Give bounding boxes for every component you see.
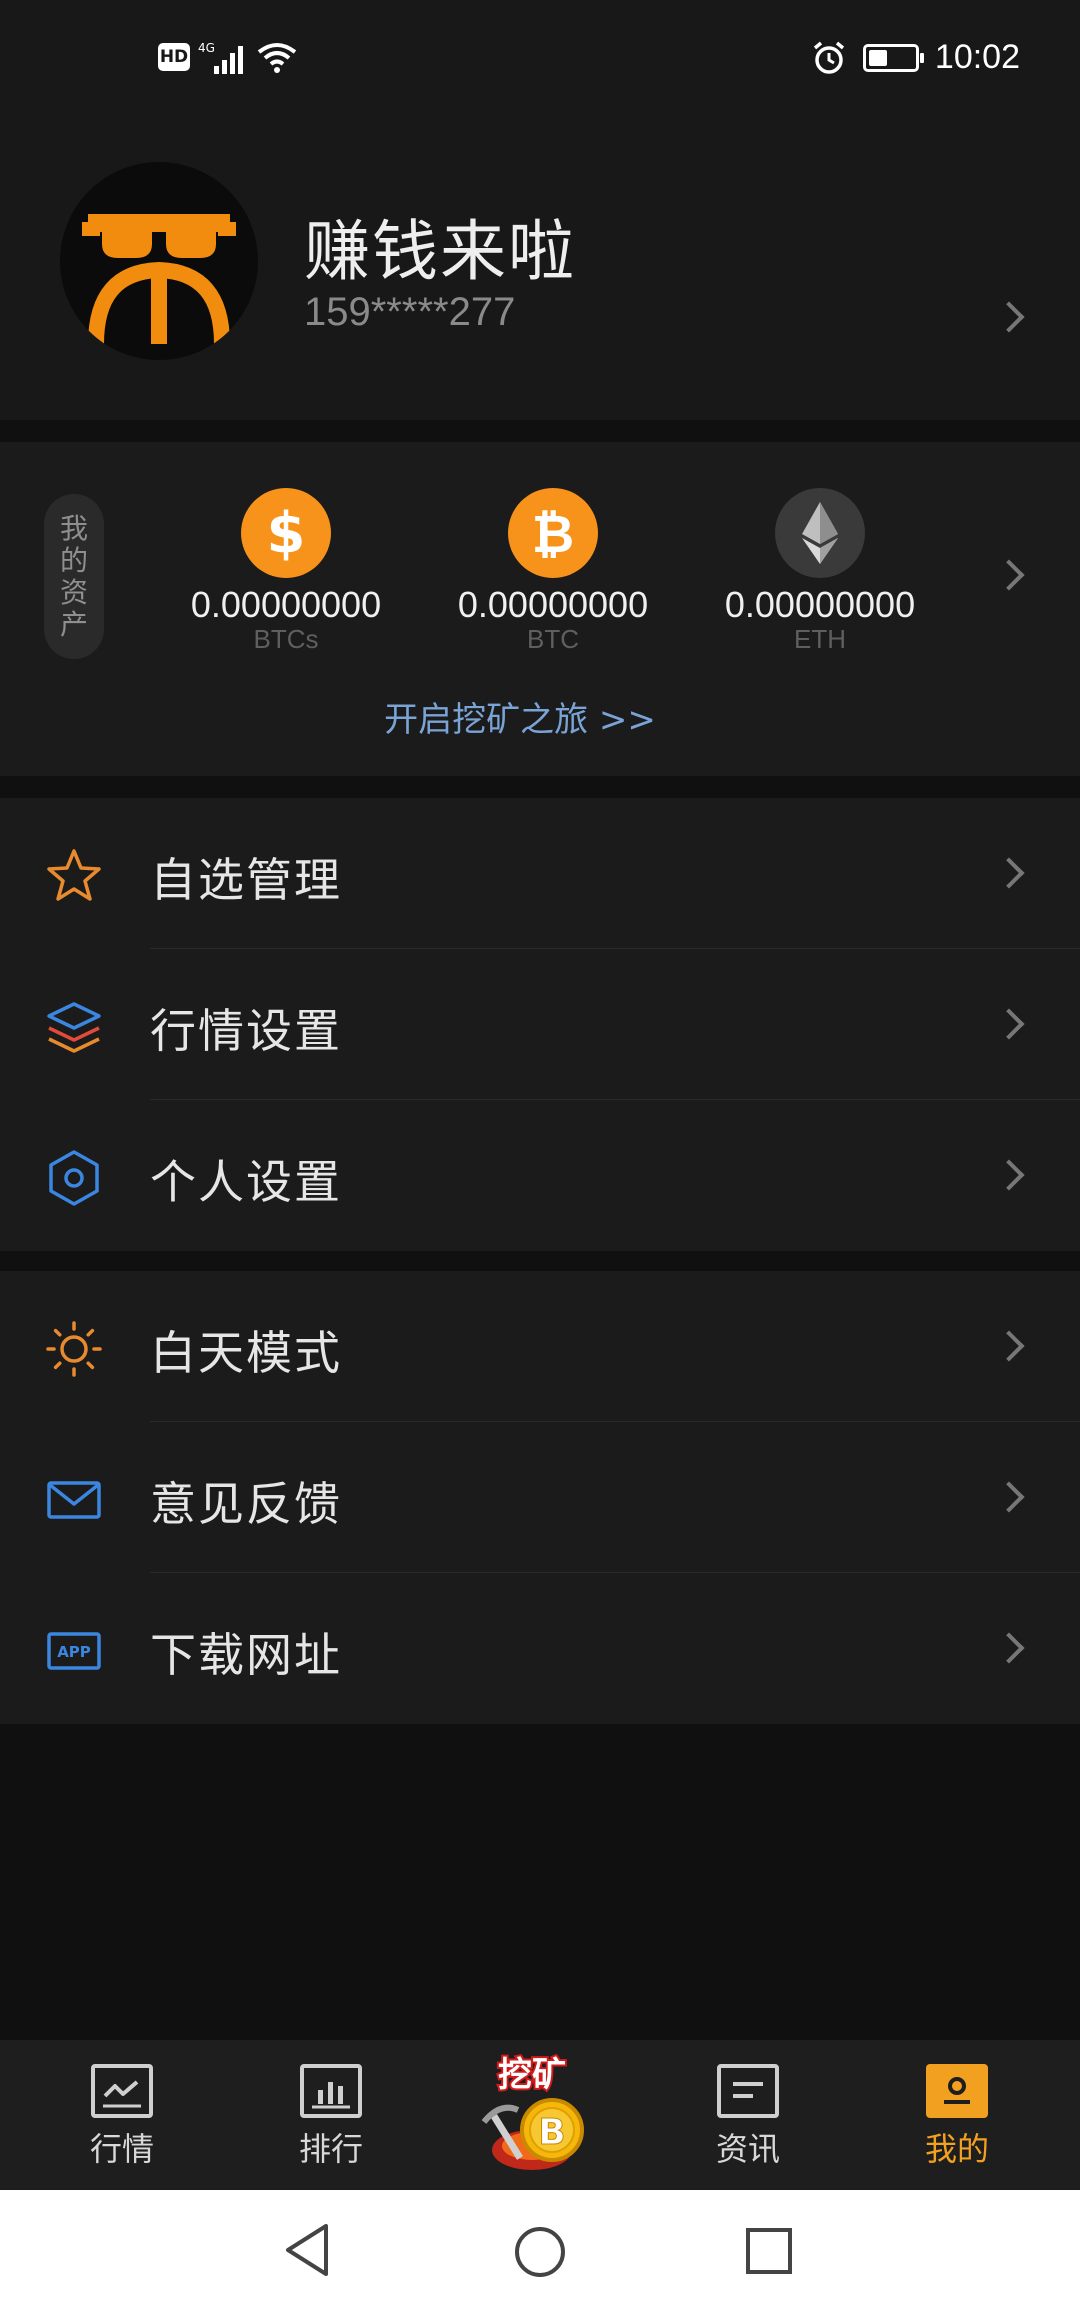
tab-market[interactable]: 行情 [52, 2064, 192, 2170]
ranking-bars-icon [300, 2064, 362, 2118]
chevron-right-icon [993, 1330, 1025, 1362]
chevron-right-icon [993, 1008, 1025, 1040]
layers-icon [44, 997, 104, 1057]
dollar-coin-icon: $ [241, 488, 331, 578]
mining-bitcoin-icon: B 挖矿 [481, 2053, 584, 2170]
chevron-right-icon [993, 1632, 1025, 1664]
menu-group-settings: 自选管理 行情设置 个人设置 [0, 798, 1080, 1251]
svg-text:APP: APP [57, 1643, 91, 1661]
menu-label: 下载网址 [150, 1628, 342, 1682]
network-type: 4G [198, 41, 215, 55]
tab-label: 挖矿 [498, 2055, 566, 2095]
asset-unit: ETH [794, 624, 846, 654]
mail-icon [44, 1470, 104, 1530]
hd-badge: HD [158, 43, 190, 71]
my-assets-card[interactable]: 我的资产 $ 0.00000000 BTCs ₿ 0.00000000 BTC … [0, 442, 1080, 776]
asset-unit: BTC [527, 624, 579, 654]
assets-tag: 我的资产 [44, 494, 104, 659]
tab-label: 我的 [924, 2130, 989, 2168]
alarm-icon [813, 41, 845, 74]
avatar-logo-icon [82, 214, 236, 345]
svg-text:₿: ₿ [532, 505, 574, 565]
asset-value: 0.00000000 [724, 584, 916, 625]
asset-value: 0.00000000 [457, 584, 649, 625]
menu-label: 自选管理 [150, 853, 342, 907]
bottom-tab-bar: 行情 排行 B 挖矿 资讯 我的 [0, 2040, 1080, 2190]
sun-icon [44, 1319, 104, 1379]
svg-text:B: B [538, 2112, 565, 2153]
menu-item-day-mode[interactable]: 白天模式 [0, 1271, 1080, 1422]
profile-icon [926, 2064, 988, 2118]
back-icon[interactable] [282, 2222, 332, 2278]
chevron-right-icon [993, 1481, 1025, 1513]
chevron-right-icon [993, 1159, 1025, 1191]
tab-news[interactable]: 资讯 [678, 2064, 818, 2170]
username: 赚钱来啦 [304, 213, 576, 290]
menu-group-misc: 白天模式 意见反馈 APP 下载网址 [0, 1271, 1080, 1724]
home-icon[interactable] [512, 2224, 568, 2280]
tab-label: 资讯 [715, 2130, 780, 2168]
asset-eth[interactable]: 0.00000000 ETH [705, 488, 935, 655]
menu-label: 行情设置 [150, 1004, 342, 1058]
menu-item-feedback[interactable]: 意见反馈 [0, 1422, 1080, 1573]
ethereum-icon [775, 488, 865, 578]
asset-unit: BTCs [253, 624, 319, 654]
chevron-right-icon[interactable] [993, 559, 1025, 591]
svg-text:$: $ [267, 501, 306, 566]
tab-label: 行情 [89, 2130, 154, 2168]
asset-btcs[interactable]: $ 0.00000000 BTCs [171, 488, 401, 655]
tab-mine[interactable]: 我的 [887, 2064, 1027, 2170]
menu-item-personal-settings[interactable]: 个人设置 [0, 1100, 1080, 1251]
chevron-right-icon [993, 857, 1025, 889]
asset-btc[interactable]: ₿ 0.00000000 BTC [438, 488, 668, 655]
hexagon-settings-icon [44, 1148, 104, 1208]
tab-label: 排行 [298, 2130, 363, 2168]
status-left: HD 4G [158, 40, 298, 74]
news-icon [717, 2064, 779, 2118]
start-mining-link[interactable]: 开启挖矿之旅 >> [0, 692, 1080, 741]
assets-tag-label: 我的资产 [59, 511, 88, 641]
menu-item-market-settings[interactable]: 行情设置 [0, 949, 1080, 1100]
menu-label: 白天模式 [150, 1326, 342, 1380]
status-bar: HD 4G 10:02 [0, 0, 1080, 120]
menu-label: 个人设置 [150, 1155, 342, 1209]
tab-ranking[interactable]: 排行 [261, 2064, 401, 2170]
battery-icon [862, 43, 924, 72]
phone-number: 159*****277 [304, 290, 516, 334]
menu-item-download-url[interactable]: APP 下载网址 [0, 1573, 1080, 1724]
recents-icon[interactable] [744, 2226, 794, 2276]
wifi-icon [257, 43, 297, 73]
market-chart-icon [91, 2064, 153, 2118]
tab-mining[interactable]: B 挖矿 [470, 2053, 610, 2182]
system-navigation-bar [0, 2190, 1080, 2310]
asset-value: 0.00000000 [190, 584, 382, 625]
status-right: 10:02 [811, 38, 1020, 77]
profile-header[interactable]: 赚钱来啦 159*****277 [0, 120, 1080, 420]
signal-icon: 4G [198, 41, 243, 74]
chevron-right-icon[interactable] [993, 301, 1025, 333]
bitcoin-icon: ₿ [508, 488, 598, 578]
app-icon: APP [44, 1621, 104, 1681]
menu-label: 意见反馈 [150, 1477, 342, 1531]
avatar[interactable] [60, 162, 258, 360]
menu-item-watchlist[interactable]: 自选管理 [0, 798, 1080, 949]
clock: 10:02 [934, 38, 1020, 76]
star-icon [44, 846, 104, 906]
